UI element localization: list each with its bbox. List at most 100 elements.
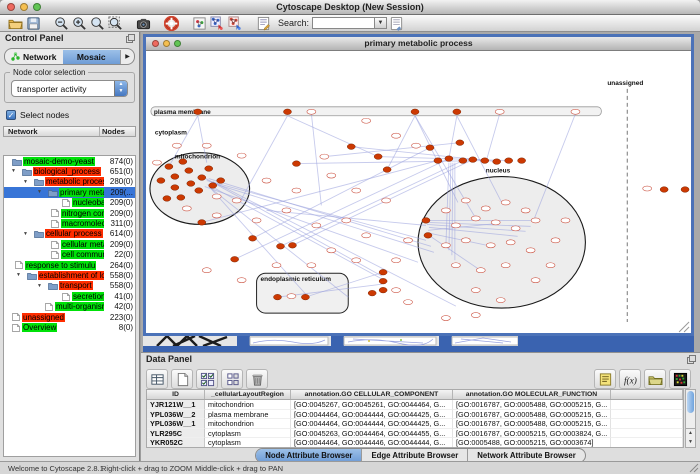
graph-node[interactable] [551, 238, 560, 243]
select-all-table-button[interactable] [146, 369, 168, 389]
table-cell[interactable]: [GO:0044464, GO:0044444, GO:0044425, G..… [291, 410, 453, 420]
graph-node-selected[interactable] [518, 158, 526, 164]
graph-node-selected[interactable] [198, 220, 206, 226]
tree-row-nucleobase-[interactable]: nucleobase-209(0) [4, 198, 135, 208]
table-cell[interactable]: [GO:0044464, GO:0044444, GO:0044425, G..… [291, 419, 453, 429]
graph-node-selected[interactable] [681, 187, 689, 193]
tree-row-macromolecule[interactable]: macromolecule311(0) [4, 218, 135, 228]
table-cell-id[interactable]: YPL036W__2 [147, 410, 205, 420]
tree-row-response-to-stimulu[interactable]: response to stimulu264(0) [4, 260, 135, 270]
network-canvas[interactable]: plasma membranemitochondrionnucleusendop… [146, 51, 691, 333]
table-cell[interactable]: [GO:0016787, GO:0005488, GO:0005215, G..… [453, 400, 611, 410]
column-header[interactable]: ID [147, 390, 205, 399]
graph-node-selected[interactable] [163, 196, 171, 202]
graph-node-selected[interactable] [198, 175, 206, 181]
graph-node-selected[interactable] [185, 168, 193, 174]
table-cell-id[interactable]: YPL036W__1 [147, 419, 205, 429]
zoom-out-button[interactable] [52, 16, 70, 31]
graph-node[interactable] [237, 278, 246, 283]
table-row[interactable]: YJR121W__1mitochondrion[GO:0045267, GO:0… [147, 400, 683, 410]
graph-node[interactable] [392, 133, 401, 138]
table-row[interactable]: YLR295Ccytoplasm[GO:0045263, GO:0044464,… [147, 429, 683, 439]
tree-expander-icon[interactable]: ▼ [37, 189, 42, 195]
graph-node-selected[interactable] [347, 144, 355, 150]
window-fragment[interactable] [439, 336, 452, 346]
graph-node-selected[interactable] [456, 140, 464, 146]
graph-node-selected[interactable] [165, 164, 173, 170]
table-row[interactable]: YPL036W__1mitochondrion[GO:0044464, GO:0… [147, 419, 683, 429]
table-cell-id[interactable]: YKR052C [147, 438, 205, 448]
search-dropdown-icon[interactable]: ▼ [374, 17, 387, 29]
graph-node-selected[interactable] [195, 188, 203, 194]
graph-node-selected[interactable] [379, 287, 387, 293]
graph-node[interactable] [312, 223, 321, 228]
graph-node-selected[interactable] [209, 183, 217, 189]
edit-form-button[interactable] [254, 16, 272, 31]
graph-node-selected[interactable] [469, 157, 477, 163]
table-cell[interactable]: cytoplasm [205, 438, 291, 448]
graph-node-selected[interactable] [283, 109, 291, 115]
new-network-edges-button[interactable] [226, 16, 244, 31]
import-attributes-button[interactable] [644, 369, 666, 389]
graph-node-selected[interactable] [422, 218, 430, 224]
tree-expander-icon[interactable]: ▼ [16, 272, 21, 278]
graph-node[interactable] [471, 313, 480, 318]
graph-node[interactable] [282, 208, 291, 213]
graph-node-selected[interactable] [459, 158, 467, 164]
graph-node-selected[interactable] [249, 236, 257, 242]
help-ring-button[interactable] [162, 16, 180, 31]
graph-node-selected[interactable] [424, 233, 432, 239]
graph-node[interactable] [287, 294, 296, 299]
network-window-titlebar[interactable]: primary metabolic process [146, 37, 691, 51]
graph-node[interactable] [486, 243, 495, 248]
new-network-nodes-button[interactable] [208, 16, 226, 31]
graph-node-selected[interactable] [445, 156, 453, 162]
graph-node-selected[interactable] [171, 185, 179, 191]
select-nodes-checkbox[interactable]: ✓ [6, 110, 16, 120]
graph-node[interactable] [441, 316, 450, 321]
graph-node[interactable] [441, 243, 450, 248]
graph-node[interactable] [172, 143, 181, 148]
graph-node-selected[interactable] [277, 244, 285, 250]
table-cell[interactable]: plasma membrane [205, 410, 291, 420]
graph-node-selected[interactable] [177, 195, 185, 201]
graph-node[interactable] [506, 240, 515, 245]
formula-fx-button[interactable]: f(x) [619, 369, 641, 389]
table-cell[interactable]: [GO:0045263, GO:0044464, GO:0044455, G..… [291, 429, 453, 439]
open-folder-button[interactable] [6, 16, 24, 31]
graph-node[interactable] [237, 153, 246, 158]
graph-node[interactable] [451, 263, 460, 268]
graph-node[interactable] [152, 160, 161, 165]
table-cell[interactable]: mitochondrion [205, 419, 291, 429]
graph-node-selected[interactable] [288, 243, 296, 249]
tree-expander-icon[interactable]: ▼ [23, 179, 28, 185]
graph-node[interactable] [232, 198, 241, 203]
graph-node[interactable] [531, 278, 540, 283]
graph-node[interactable] [461, 238, 470, 243]
table-scrollbar[interactable]: ▲▼ [685, 389, 696, 448]
graph-node[interactable] [531, 218, 540, 223]
graph-node[interactable] [451, 223, 460, 228]
tree-row-cellular-metabol[interactable]: cellular metabol209(0) [4, 239, 135, 249]
tree-header-nodes[interactable]: Nodes [100, 127, 135, 136]
tree-header-network[interactable]: Network [4, 127, 100, 136]
column-header[interactable]: _cellularLayoutRegion [205, 390, 291, 399]
graph-node[interactable] [327, 173, 336, 178]
graph-node[interactable] [526, 248, 535, 253]
tree-row-establishment-of-lo[interactable]: ▼establishment of lo558(0) [4, 270, 135, 280]
graph-node[interactable] [272, 263, 281, 268]
attribute-notes-button[interactable] [594, 369, 616, 389]
graph-node[interactable] [471, 288, 480, 293]
scrollbar-arrows[interactable]: ▲▼ [686, 428, 695, 447]
graph-node[interactable] [352, 188, 361, 193]
graph-node[interactable] [404, 300, 413, 305]
graph-node-selected[interactable] [217, 178, 225, 184]
window-fragment[interactable] [331, 336, 344, 346]
graph-node[interactable] [327, 248, 336, 253]
tab-network[interactable]: Network [5, 50, 63, 64]
graph-node-selected[interactable] [383, 167, 391, 173]
tree-row-unassigned[interactable]: unassigned223(0) [4, 312, 135, 322]
column-header[interactable]: annotation.GO CELLULAR_COMPONENT [291, 390, 453, 399]
float-panel-icon[interactable] [687, 355, 696, 364]
graph-node-selected[interactable] [231, 256, 239, 262]
